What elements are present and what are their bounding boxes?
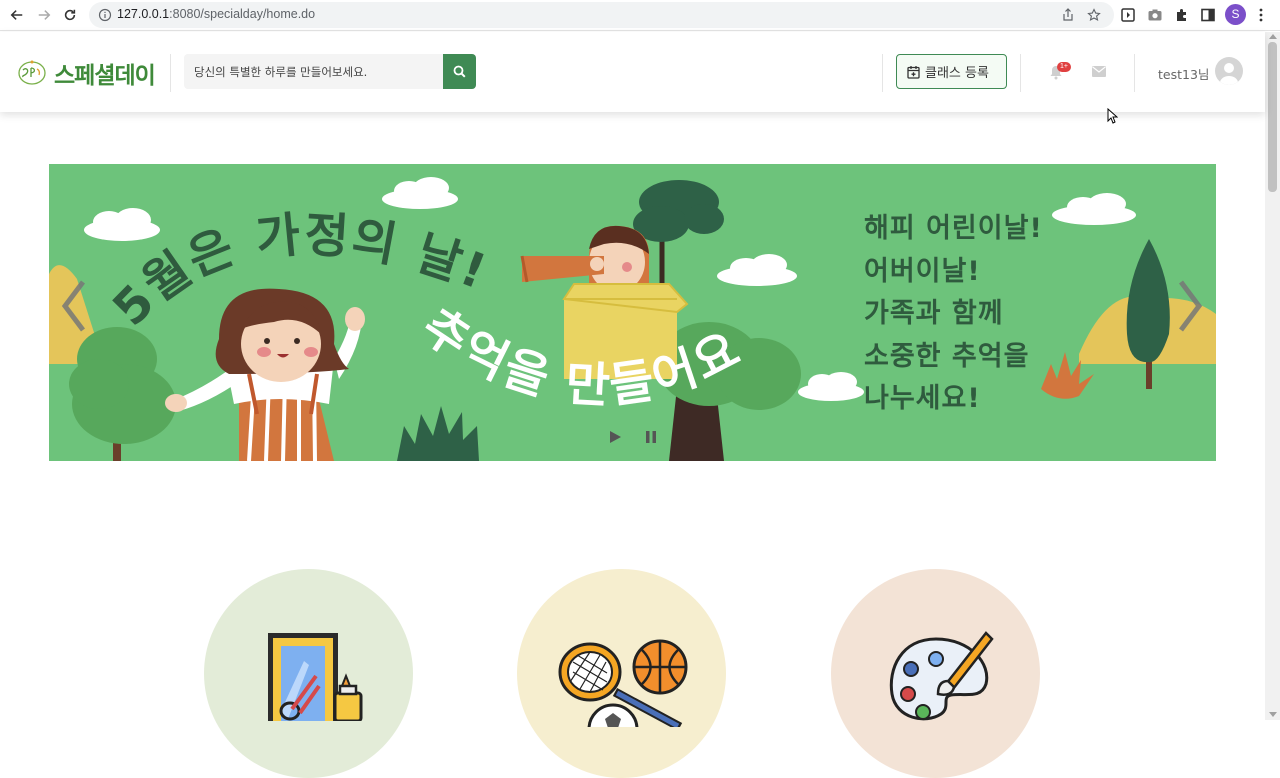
header-divider	[170, 54, 171, 92]
category-craft[interactable]	[204, 569, 413, 778]
banner-line: 가족과 함께	[864, 298, 1004, 329]
carousel-next-icon[interactable]	[1175, 276, 1205, 336]
search-input[interactable]	[184, 54, 444, 89]
carousel-pause-icon[interactable]	[644, 430, 658, 444]
art-palette-icon	[889, 631, 994, 721]
search-icon	[453, 65, 466, 78]
page-scrollbar[interactable]	[1265, 32, 1280, 720]
header-divider	[882, 54, 883, 92]
category-sports[interactable]	[517, 569, 726, 778]
calendar-plus-icon	[907, 65, 920, 79]
logo-text[interactable]: 스페셜데이	[54, 56, 156, 90]
carousel-prev-icon[interactable]	[59, 276, 89, 336]
banner-line: 소중한 추억을	[864, 340, 1030, 372]
category-art[interactable]	[831, 569, 1040, 778]
share-icon[interactable]	[1061, 8, 1075, 22]
mail-icon[interactable]	[1092, 66, 1106, 77]
user-name[interactable]: test13님	[1158, 64, 1209, 83]
forward-icon[interactable]	[34, 5, 54, 25]
scroll-thumb[interactable]	[1268, 42, 1277, 192]
class-register-button[interactable]: 클래스 등록	[896, 54, 1007, 89]
back-icon[interactable]	[7, 5, 27, 25]
header-divider	[1020, 54, 1021, 92]
url-text: 127.0.0.1:8080/specialday/home.do	[117, 7, 316, 21]
logo-icon[interactable]	[17, 58, 47, 86]
banner-line: 나누세요!	[864, 383, 981, 414]
notification-badge: 1+	[1057, 62, 1071, 72]
extensions-puzzle-icon[interactable]	[1174, 7, 1190, 23]
user-avatar-icon	[1220, 63, 1238, 85]
header-divider	[1134, 54, 1135, 92]
carousel-play-icon[interactable]	[608, 430, 622, 444]
address-bar[interactable]: 127.0.0.1:8080/specialday/home.do	[89, 2, 1114, 28]
site-info-icon[interactable]	[98, 8, 112, 22]
sports-icon	[558, 639, 688, 727]
banner-right-text: 해피 어린이날! 어버이날! 가족과 함께 소중한 추억을 나누세요!	[864, 208, 1043, 421]
mouse-cursor-icon	[1107, 108, 1118, 124]
camera-icon[interactable]	[1147, 7, 1163, 23]
profile-avatar[interactable]: S	[1225, 4, 1246, 25]
side-panel-icon[interactable]	[1200, 7, 1216, 23]
scroll-down-arrow-icon[interactable]	[1269, 712, 1277, 717]
main-banner-carousel[interactable]: 5월은 가정의 날! 추억을 만들어요 해피 어린이날! 어버이날! 가족과 함…	[49, 164, 1216, 461]
scroll-up-arrow-icon[interactable]	[1269, 34, 1277, 39]
site-header: 스페셜데이 클래스 등록 1+ test13님	[0, 32, 1265, 112]
user-avatar[interactable]	[1215, 57, 1243, 85]
browser-menu-icon[interactable]	[1253, 7, 1269, 23]
bookmark-star-icon[interactable]	[1087, 8, 1101, 22]
class-register-label: 클래스 등록	[925, 66, 989, 81]
browser-toolbar: 127.0.0.1:8080/specialday/home.do S	[0, 0, 1280, 31]
search-button[interactable]	[443, 54, 476, 89]
extension-reader-icon[interactable]	[1120, 7, 1136, 23]
banner-line: 어버이날!	[864, 255, 981, 287]
craft-icon	[268, 633, 363, 721]
reload-icon[interactable]	[60, 5, 80, 25]
banner-line: 해피 어린이날!	[864, 213, 1043, 244]
